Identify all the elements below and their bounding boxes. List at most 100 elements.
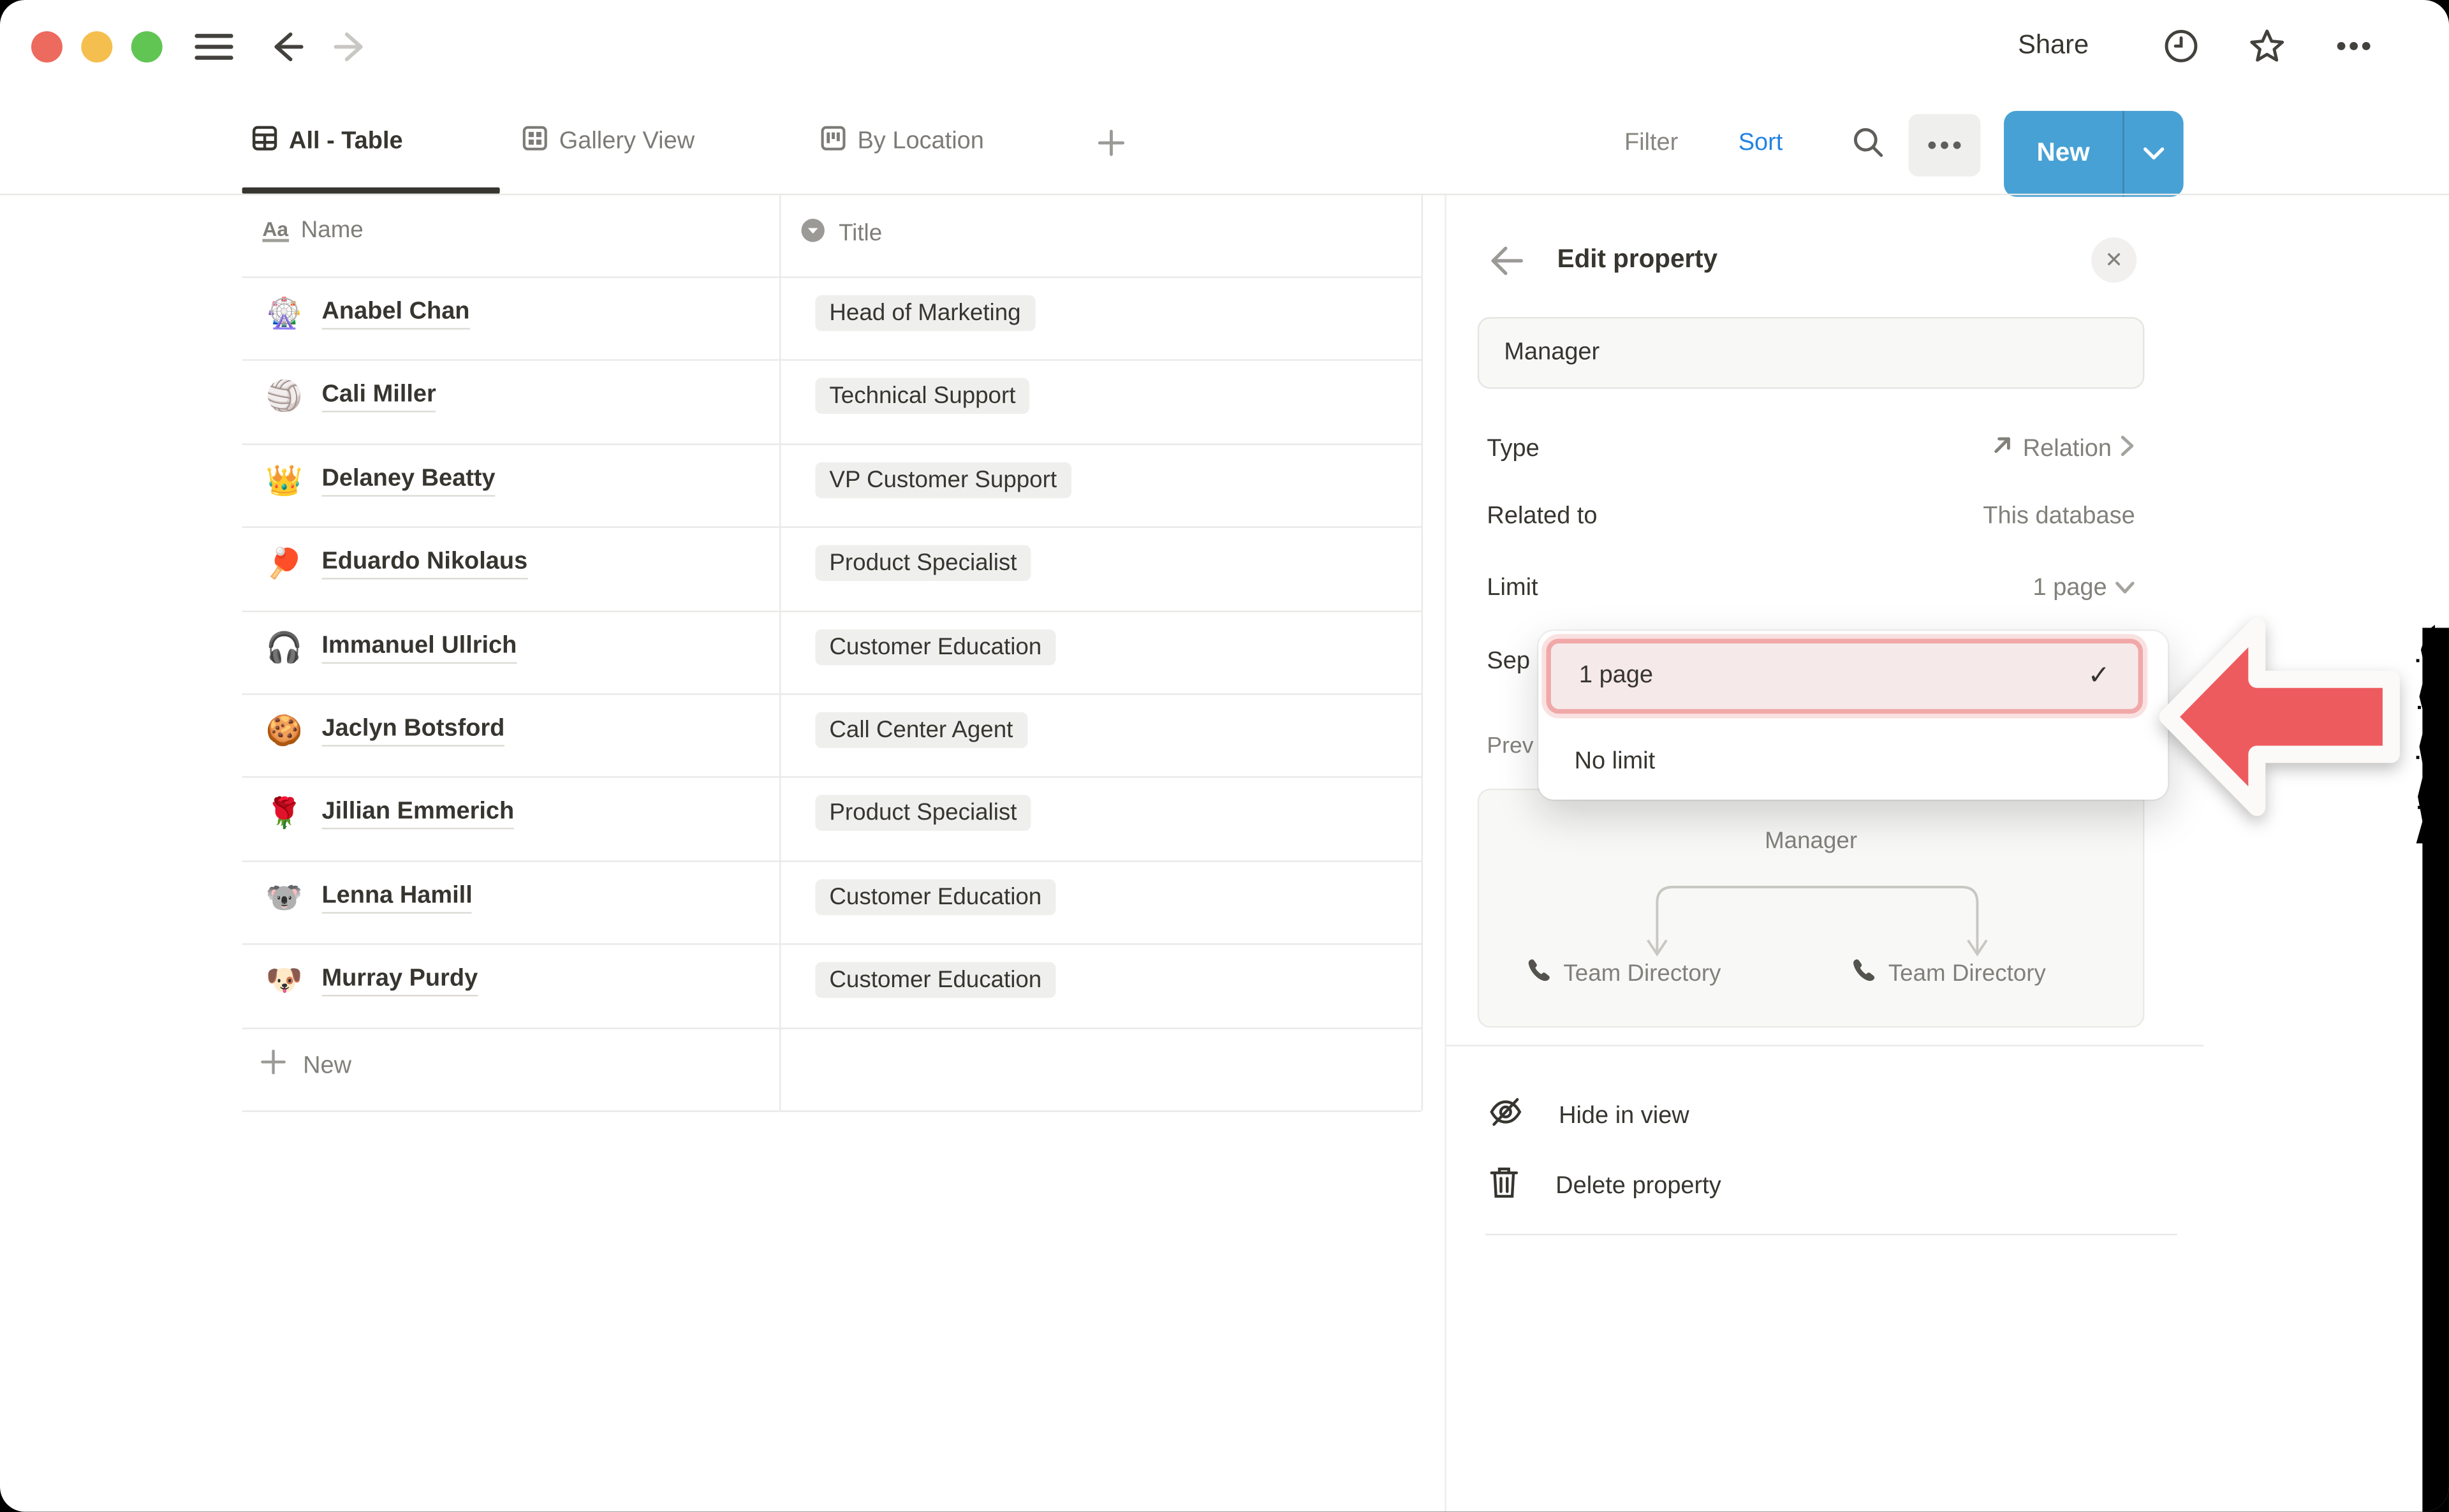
title-cell[interactable]: Customer Education: [815, 629, 1055, 665]
separate-label-fragment: Sep: [1487, 648, 1530, 676]
column-header-name[interactable]: Aa Name: [262, 217, 363, 244]
property-name-input[interactable]: Manager: [1478, 317, 2145, 389]
title-cell[interactable]: Call Center Agent: [815, 712, 1027, 748]
phone-icon: [1851, 957, 1878, 990]
delete-property-button[interactable]: Delete property: [1487, 1163, 1721, 1208]
column-header-title[interactable]: Title: [800, 217, 882, 249]
chevron-right-icon: [2119, 434, 2135, 465]
tab-gallery-view[interactable]: Gallery View: [522, 125, 695, 159]
page-link[interactable]: Eduardo Nikolaus: [321, 548, 527, 580]
limit-dropdown-menu: 1 page ✓ No limit: [1538, 631, 2168, 799]
clock-icon[interactable]: [2161, 27, 2200, 66]
page-link[interactable]: Lenna Hamill: [321, 883, 472, 914]
preview-child-item: Team Directory: [1526, 957, 1721, 990]
title-cell[interactable]: VP Customer Support: [815, 462, 1071, 498]
dropdown-option-1-page[interactable]: 1 page ✓: [1546, 639, 2143, 714]
window-more-icon[interactable]: [2334, 27, 2374, 66]
new-button-dropdown[interactable]: [2122, 111, 2184, 197]
row-emoji: 🎧: [265, 629, 303, 667]
row-emoji: 🐶: [265, 962, 303, 1000]
relation-preview-card: Manager Team Directory Team Directory: [1478, 789, 2145, 1028]
bracket-arrows: [1479, 872, 2146, 969]
property-row-type[interactable]: Type Relation: [1487, 432, 2135, 465]
title-cell[interactable]: Product Specialist: [815, 545, 1031, 581]
gallery-view-icon: [522, 125, 548, 159]
search-icon[interactable]: [1851, 125, 1885, 159]
phone-icon: [1526, 957, 1553, 990]
trash-icon: [1487, 1163, 1521, 1208]
title-cell[interactable]: Customer Education: [815, 962, 1055, 998]
title-cell[interactable]: Technical Support: [815, 378, 1029, 414]
tab-label: By Location: [857, 128, 983, 156]
preview-root-label: Manager: [1479, 828, 2143, 855]
chevron-down-icon: [2115, 575, 2135, 603]
row-emoji: 🏓: [265, 545, 303, 583]
table-row[interactable]: 🏐 Cali Miller: [265, 378, 436, 416]
chevron-down-icon: [2143, 140, 2165, 168]
page-link[interactable]: Murray Purdy: [321, 965, 478, 996]
title-cell[interactable]: Product Specialist: [815, 795, 1031, 831]
zoom-window-button[interactable]: [131, 31, 163, 62]
dropdown-option-no-limit[interactable]: No limit: [1575, 748, 1656, 776]
board-view-icon: [820, 125, 847, 159]
view-more-button[interactable]: [1909, 114, 1981, 177]
close-icon[interactable]: ✕: [2091, 237, 2136, 283]
page-link[interactable]: Immanuel Ullrich: [321, 633, 517, 664]
table-row[interactable]: 🐶 Murray Purdy: [265, 962, 478, 1000]
table-view-icon: [251, 125, 278, 159]
preview-child-item: Team Directory: [1851, 957, 2046, 990]
panel-title: Edit property: [1557, 245, 1717, 275]
page-link[interactable]: Cali Miller: [321, 381, 436, 413]
eye-off-icon: [1487, 1093, 1524, 1138]
property-row-limit[interactable]: Limit 1 page: [1487, 575, 2135, 603]
table-row[interactable]: 🎡 Anabel Chan: [265, 295, 469, 333]
hamburger-icon[interactable]: [194, 30, 235, 64]
active-tab-underline: [242, 187, 500, 194]
row-emoji: 🍪: [265, 712, 303, 750]
row-emoji: 🏐: [265, 378, 303, 416]
add-view-plus-icon[interactable]: [1096, 128, 1126, 158]
title-cell[interactable]: Customer Education: [815, 879, 1055, 915]
new-button-group: New: [2004, 111, 2184, 197]
new-button[interactable]: New: [2004, 111, 2122, 197]
select-property-icon: [800, 217, 827, 249]
check-icon: ✓: [2088, 661, 2110, 692]
page-link[interactable]: Delaney Beatty: [321, 466, 495, 497]
tab-label: Gallery View: [559, 128, 695, 156]
table-row[interactable]: 🎧 Immanuel Ullrich: [265, 629, 517, 667]
page-link[interactable]: Jaclyn Botsford: [321, 716, 504, 747]
preview-label-fragment: Prev: [1487, 734, 1533, 759]
tab-all-table[interactable]: All - Table: [251, 125, 402, 159]
tab-by-location[interactable]: By Location: [820, 125, 984, 159]
title-cell[interactable]: Head of Marketing: [815, 295, 1034, 331]
tab-label: All - Table: [289, 128, 403, 156]
forward-arrow-icon[interactable]: [331, 28, 369, 66]
plus-icon: [260, 1048, 288, 1083]
page-link[interactable]: Anabel Chan: [321, 298, 469, 330]
sort-button[interactable]: Sort: [1739, 129, 1783, 158]
property-row-related-to[interactable]: Related to This database: [1487, 503, 2135, 531]
row-emoji: 🐨: [265, 879, 303, 917]
panel-back-arrow-icon[interactable]: [1487, 244, 1524, 278]
star-icon[interactable]: [2247, 27, 2286, 66]
table-row[interactable]: 🐨 Lenna Hamill: [265, 879, 472, 917]
new-row-button[interactable]: New: [260, 1048, 352, 1083]
hide-in-view-button[interactable]: Hide in view: [1487, 1093, 1689, 1138]
row-emoji: 👑: [265, 462, 303, 500]
traffic-lights: [31, 31, 163, 62]
annotation-arrow-left-icon: [2157, 612, 2404, 825]
relation-arrow-icon: [1990, 432, 2015, 465]
share-button[interactable]: Share: [2018, 30, 2089, 61]
page-link[interactable]: Jillian Emmerich: [321, 798, 514, 829]
notion-window: Share All - Table Gallery View: [0, 0, 2449, 1512]
back-arrow-icon[interactable]: [268, 28, 306, 66]
table-row[interactable]: 🌹Jillian Emmerich: [265, 795, 514, 833]
filter-button[interactable]: Filter: [1624, 129, 1678, 158]
close-window-button[interactable]: [31, 31, 63, 62]
table-row[interactable]: 🍪 Jaclyn Botsford: [265, 712, 504, 750]
table-row[interactable]: 🏓 Eduardo Nikolaus: [265, 545, 527, 583]
table-row[interactable]: 👑 Delaney Beatty: [265, 462, 495, 500]
minimize-window-button[interactable]: [81, 31, 112, 62]
title-property-icon: Aa: [262, 219, 288, 242]
row-emoji: 🎡: [265, 295, 303, 333]
